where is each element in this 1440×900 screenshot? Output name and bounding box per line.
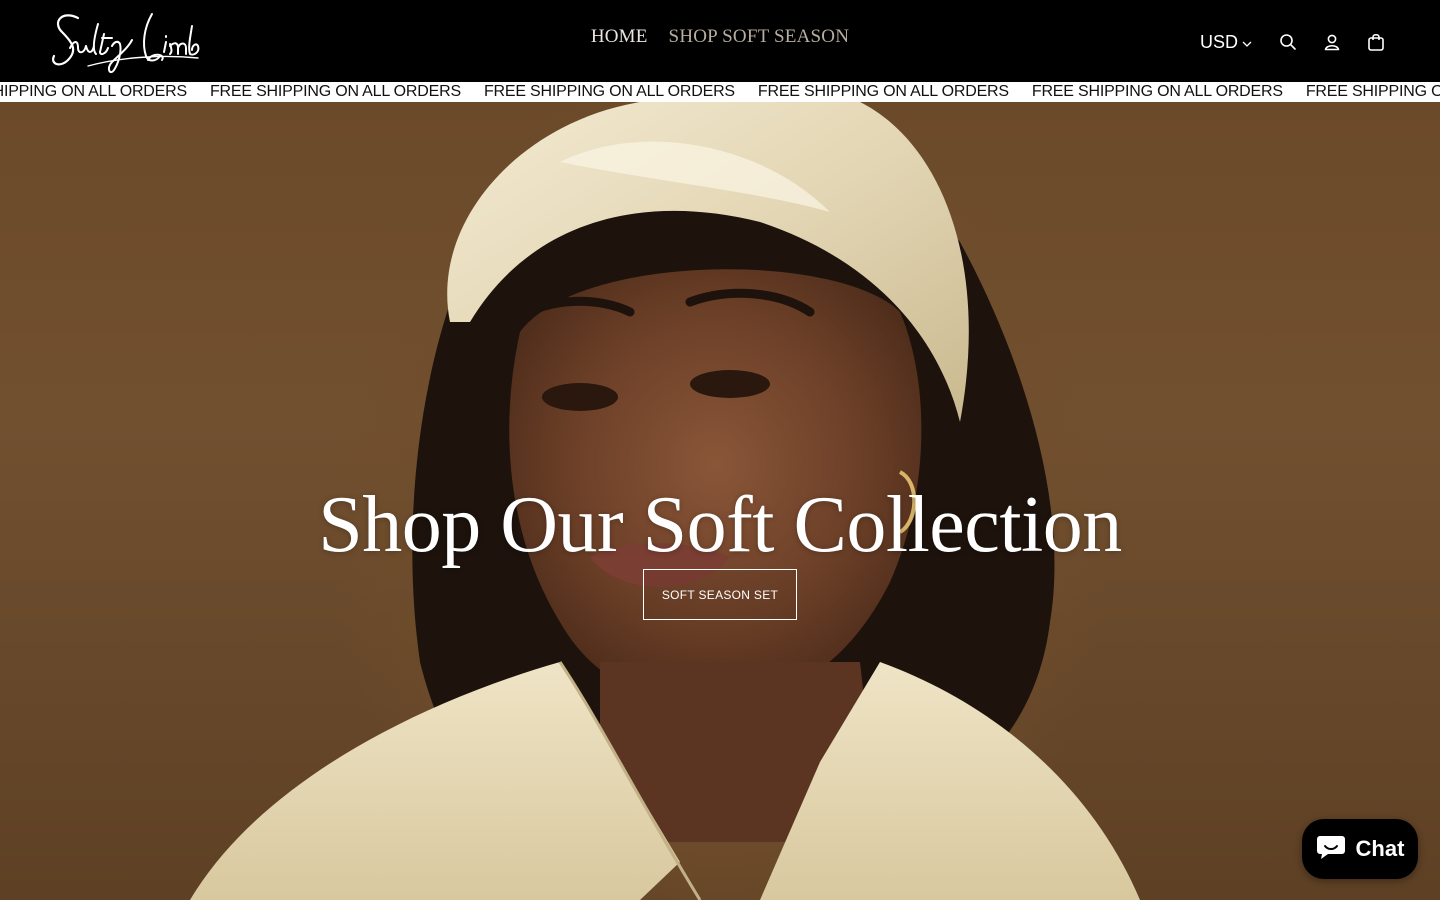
shop-soft-season-set-button[interactable]: SOFT SEASON SET xyxy=(643,569,797,620)
nav-link-home[interactable]: HOME xyxy=(591,26,648,48)
announcement-track: FREE SHIPPING ON ALL ORDERS FREE SHIPPIN… xyxy=(0,82,1440,102)
chat-button[interactable]: Chat xyxy=(1302,819,1418,879)
cart-icon[interactable] xyxy=(1364,30,1388,54)
announcement-item: FREE SHIPPING ON ALL ORDERS xyxy=(209,83,461,100)
hero-banner: Shop Our Soft Collection SOFT SEASON SET xyxy=(0,102,1440,900)
hero-title: Shop Our Soft Collection xyxy=(318,481,1122,569)
chat-bubble-icon xyxy=(1316,832,1346,866)
account-icon[interactable] xyxy=(1320,30,1344,54)
announcement-item: FREE SHIPPING ON ALL ORDERS xyxy=(483,83,735,100)
announcement-item: FREE SHIPPING ON ALL ORDERS xyxy=(1305,83,1440,100)
currency-label: USD xyxy=(1199,31,1238,52)
announcement-item: FREE SHIPPING ON ALL ORDERS xyxy=(0,83,187,100)
chat-label: Chat xyxy=(1355,836,1405,861)
header-utilities: USD xyxy=(1200,28,1388,56)
search-icon[interactable] xyxy=(1276,30,1300,54)
announcement-item: FREE SHIPPING ON ALL ORDERS xyxy=(1031,83,1283,100)
nav-link-shop-soft-season[interactable]: SHOP SOFT SEASON xyxy=(669,26,850,48)
currency-selector[interactable]: USD xyxy=(1200,32,1252,53)
announcement-item: FREE SHIPPING ON ALL ORDERS xyxy=(757,83,1009,100)
chevron-down-icon xyxy=(1242,32,1252,53)
site-header: HOME SHOP SOFT SEASON USD xyxy=(0,0,1440,82)
announcement-bar: FREE SHIPPING ON ALL ORDERS FREE SHIPPIN… xyxy=(0,82,1440,102)
